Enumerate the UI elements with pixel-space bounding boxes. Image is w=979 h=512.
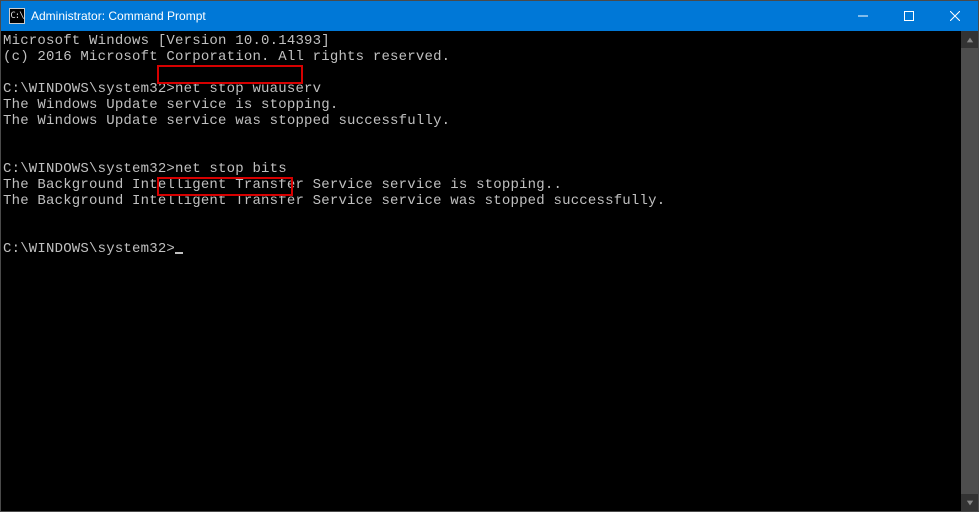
maximize-icon	[904, 11, 914, 21]
output-1b: The Windows Update service was stopped s…	[3, 113, 450, 129]
scroll-track[interactable]	[961, 48, 978, 494]
prompt-2-command: net stop bits	[175, 161, 287, 177]
prompt-2-prefix: C:\WINDOWS\system32>	[3, 161, 175, 177]
close-button[interactable]	[932, 1, 978, 31]
cursor	[175, 252, 183, 254]
copyright-line: (c) 2016 Microsoft Corporation. All righ…	[3, 49, 450, 65]
version-line: Microsoft Windows [Version 10.0.14393]	[3, 33, 330, 49]
command-prompt-window: C:\ Administrator: Command Prompt Micros…	[0, 0, 979, 512]
titlebar[interactable]: C:\ Administrator: Command Prompt	[1, 1, 978, 31]
scroll-thumb[interactable]	[961, 48, 978, 494]
client-area: Microsoft Windows [Version 10.0.14393] (…	[1, 31, 978, 511]
scroll-down-button[interactable]	[961, 494, 978, 511]
minimize-button[interactable]	[840, 1, 886, 31]
window-title: Administrator: Command Prompt	[31, 9, 206, 23]
output-2a: The Background Intelligent Transfer Serv…	[3, 177, 562, 193]
chevron-down-icon	[966, 499, 974, 507]
output-1a: The Windows Update service is stopping.	[3, 97, 338, 113]
vertical-scrollbar[interactable]	[961, 31, 978, 511]
terminal-output[interactable]: Microsoft Windows [Version 10.0.14393] (…	[1, 31, 961, 511]
close-icon	[950, 11, 960, 21]
maximize-button[interactable]	[886, 1, 932, 31]
chevron-up-icon	[966, 36, 974, 44]
cmd-icon: C:\	[9, 8, 25, 24]
prompt-1-command: net stop wuauserv	[175, 81, 321, 97]
output-2b: The Background Intelligent Transfer Serv…	[3, 193, 665, 209]
prompt-1-prefix: C:\WINDOWS\system32>	[3, 81, 175, 97]
minimize-icon	[858, 11, 868, 21]
scroll-up-button[interactable]	[961, 31, 978, 48]
prompt-3-prefix: C:\WINDOWS\system32>	[3, 241, 175, 257]
